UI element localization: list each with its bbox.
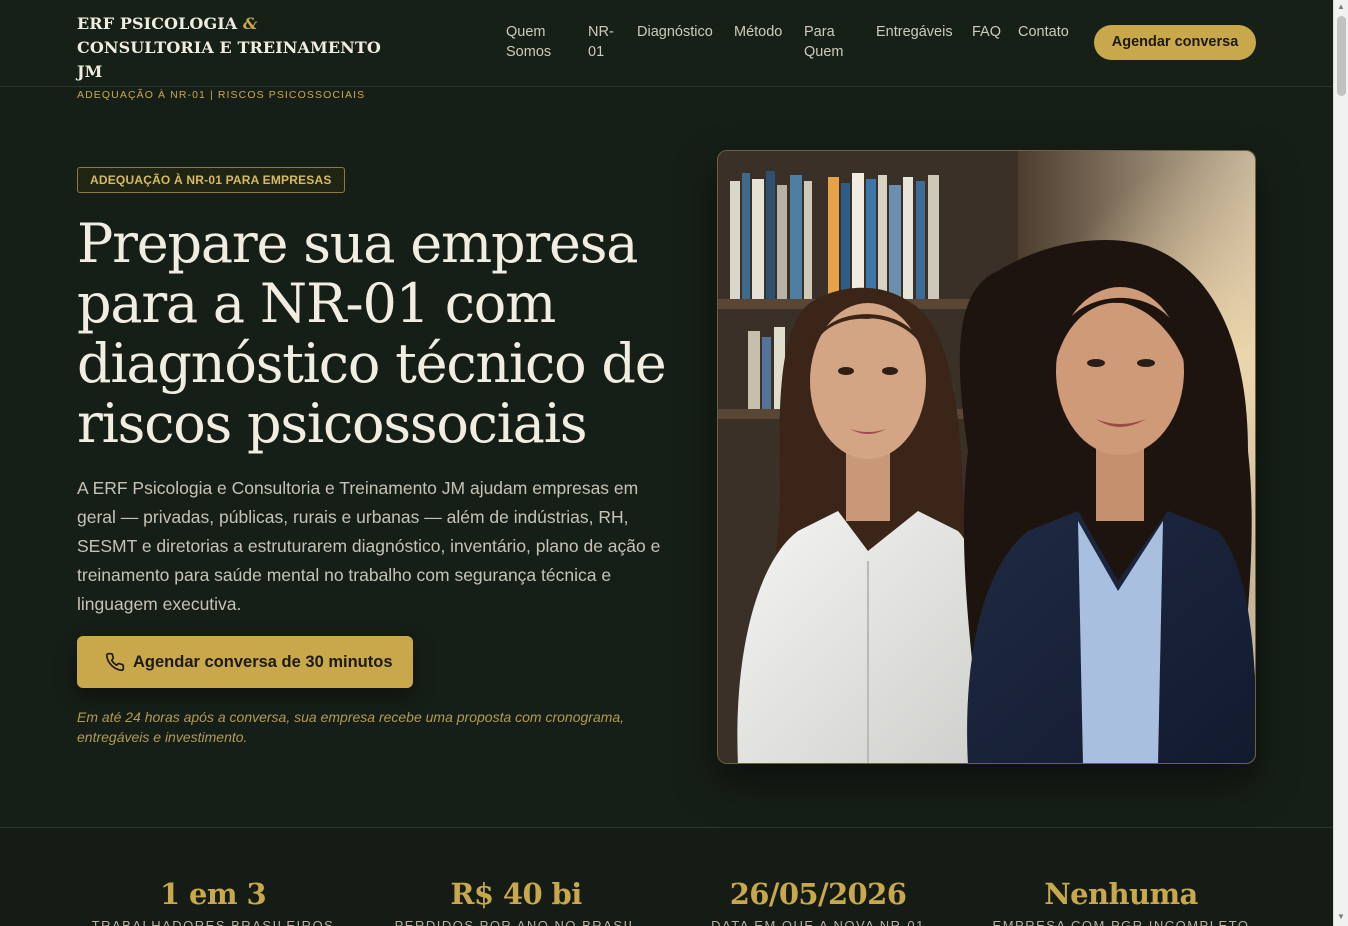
site-header: ERF PSICOLOGIA & CONSULTORIA E TREINAMEN…: [0, 0, 1333, 101]
stat-item: R$ 40 bi PERDIDOS POR ANO NO BRASIL: [366, 876, 666, 926]
scroll-down-arrow-icon[interactable]: ▼: [1337, 912, 1345, 922]
brand-ampersand: &: [243, 14, 258, 33]
nav-link-diagnostico[interactable]: Diagnóstico: [637, 22, 713, 42]
nav-link-contato[interactable]: Contato: [1018, 22, 1069, 42]
hero-note: Em até 24 horas após a conversa, sua emp…: [77, 709, 625, 745]
hero-schedule-button[interactable]: Agendar conversa de 30 minutos: [77, 636, 413, 688]
stat-label: DATA EM QUE A NOVA NR-01: [711, 918, 925, 926]
stat-label: EMPRESA COM PGR INCOMPLETO: [992, 918, 1250, 926]
stat-label: TRABALHADORES BRASILEIROS: [91, 918, 335, 926]
stat-value: 1 em 3: [159, 877, 267, 911]
stats-section: 1 em 3 TRABALHADORES BRASILEIROS R$ 40 b…: [0, 827, 1333, 926]
stat-value: Nenhuma: [1044, 877, 1198, 911]
header-schedule-button[interactable]: Agendar conversa: [1094, 25, 1256, 60]
page-scrollbar[interactable]: ▲ ▼: [1333, 0, 1348, 926]
stat-value: R$ 40 bi: [450, 877, 582, 911]
hero-title: Prepare sua empresa para a NR-01 com dia…: [77, 212, 667, 455]
nav-link-entregaveis[interactable]: Entregáveis: [876, 22, 953, 42]
stat-item: 26/05/2026 DATA EM QUE A NOVA NR-01: [668, 876, 968, 926]
brand-tagline: ADEQUAÇÃO À NR-01 | RISCOS PSICOSSOCIAIS: [77, 89, 366, 101]
hero-badge: ADEQUAÇÃO À NR-01 PARA EMPRESAS: [77, 167, 345, 193]
hero-description: A ERF Psicologia e Consultoria e Treinam…: [77, 478, 661, 614]
nav-link-para-quem[interactable]: Para Quem: [804, 22, 854, 62]
nav-link-nr-01[interactable]: NR-01: [588, 22, 622, 62]
hero-schedule-label: Agendar conversa de 30 minutos: [133, 652, 393, 671]
scroll-up-arrow-icon[interactable]: ▲: [1337, 2, 1345, 12]
brand-name: ERF PSICOLOGIA & CONSULTORIA E TREINAMEN…: [77, 14, 381, 81]
nav-link-faq[interactable]: FAQ: [972, 22, 1001, 42]
team-photo: [717, 150, 1256, 764]
stat-item: Nenhuma EMPRESA COM PGR INCOMPLETO: [971, 876, 1271, 926]
nav-link-metodo[interactable]: Método: [734, 22, 782, 42]
stat-label: PERDIDOS POR ANO NO BRASIL: [394, 918, 638, 926]
brand-logo[interactable]: ERF PSICOLOGIA & CONSULTORIA E TREINAMEN…: [77, 12, 397, 101]
scroll-thumb[interactable]: [1337, 16, 1346, 96]
stat-item: 1 em 3 TRABALHADORES BRASILEIROS: [63, 876, 363, 926]
stat-value: 26/05/2026: [729, 877, 907, 911]
phone-icon: [105, 652, 125, 672]
nav-link-quem-somos[interactable]: Quem Somos: [506, 22, 566, 62]
